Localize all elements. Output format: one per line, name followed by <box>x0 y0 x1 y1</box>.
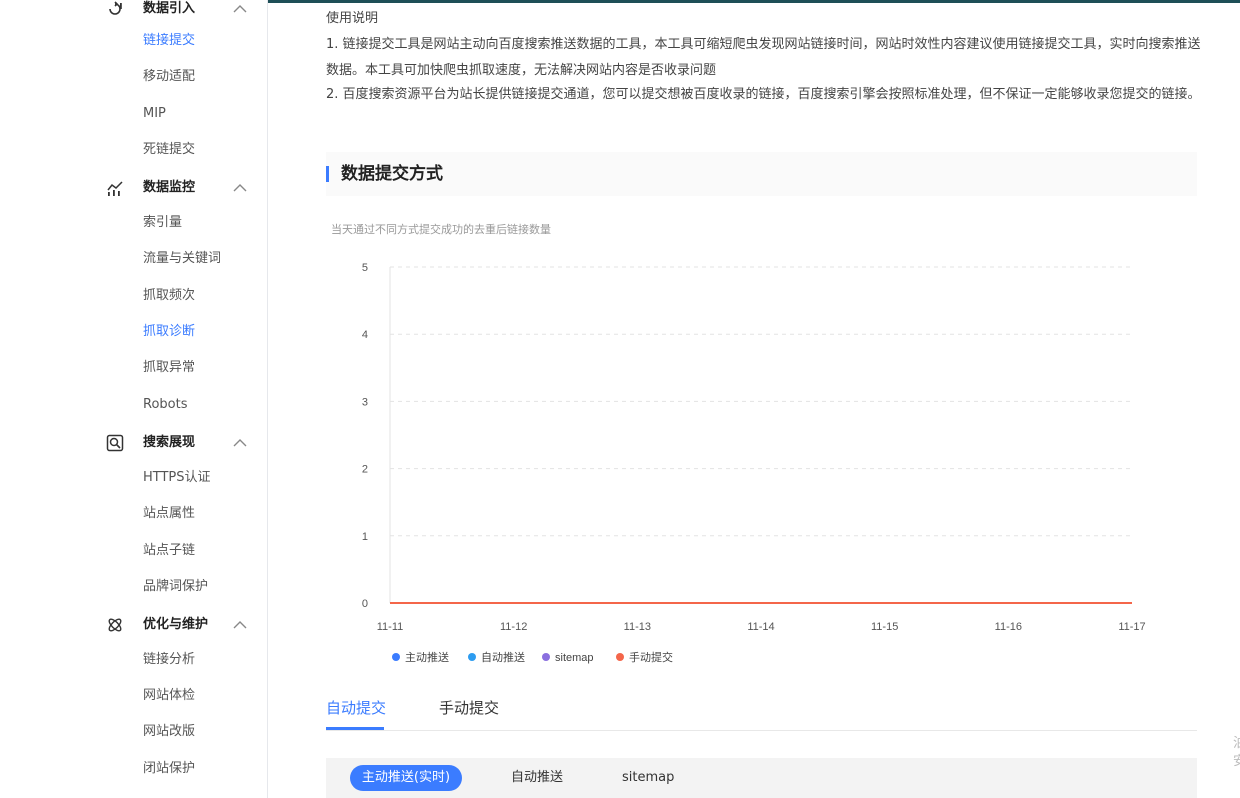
sidebar-item-site-checkup[interactable]: 网站体检 <box>143 687 195 705</box>
push-type-subtabs: 主动推送(实时) 自动推送 sitemap <box>326 758 1197 798</box>
optimize-icon <box>108 618 122 632</box>
legend-label: 手动提交 <box>629 650 673 664</box>
chevron-up-icon[interactable] <box>232 437 248 449</box>
subtab-active-push[interactable]: 主动推送(实时) <box>350 765 462 791</box>
sidebar-item-crawl-errors[interactable]: 抓取异常 <box>143 359 195 377</box>
subtab-sitemap[interactable]: sitemap <box>622 765 674 791</box>
legend-marker <box>468 653 476 661</box>
y-tick-label: 1 <box>362 531 368 543</box>
sidebar-item-site-revision[interactable]: 网站改版 <box>143 723 195 741</box>
data-import-icon <box>109 1 122 15</box>
sidebar-item-https[interactable]: HTTPS认证 <box>143 469 211 487</box>
sidebar-group-data-import[interactable]: 数据引入 <box>0 0 267 27</box>
sidebar-group-search-display[interactable]: 搜索展现 <box>0 425 267 461</box>
x-tick-label: 11-17 <box>1118 621 1145 633</box>
sidebar-item-brand-protection[interactable]: 品牌词保护 <box>143 578 208 596</box>
sidebar-item-index-volume[interactable]: 索引量 <box>143 214 182 232</box>
y-tick-label: 0 <box>362 598 368 610</box>
sidebar-item-traffic-keywords[interactable]: 流量与关键词 <box>143 250 221 268</box>
sidebar-item-mobile-adapt[interactable]: 移动适配 <box>143 68 195 86</box>
sidebar-item-mip[interactable]: MIP <box>143 105 166 123</box>
submit-method-tabs: 自动提交 手动提交 <box>326 694 1197 731</box>
sidebar-item-dead-link[interactable]: 死链提交 <box>143 141 195 159</box>
legend-label: 主动推送 <box>405 650 449 664</box>
subtab-auto-push[interactable]: 自动推送 <box>511 765 563 791</box>
chevron-up-icon[interactable] <box>232 182 248 194</box>
data-monitor-icon <box>107 181 123 196</box>
sidebar-item-site-attributes[interactable]: 站点属性 <box>143 505 195 523</box>
legend-marker <box>616 653 624 661</box>
y-tick-label: 5 <box>362 262 368 274</box>
sidebar-item-robots[interactable]: Robots <box>143 396 187 414</box>
active-tab-underline <box>326 727 384 730</box>
submission-line-chart: 0 1 2 3 4 5 11-11 11-12 11-13 11-14 11-15 11-16 11-1… <box>362 262 1146 664</box>
sidebar-item-link-analysis[interactable]: 链接分析 <box>143 651 195 669</box>
usage-text-2: 2. 百度搜索资源平台为站长提供链接提交通道，您可以提交想被百度收录的链接，百度… <box>326 87 1201 102</box>
main-content: 使用说明 1. 链接提交工具是网站主动向百度搜索推送数据的工具，本工具可缩短爬虫… <box>268 0 1240 798</box>
x-tick-label: 11-12 <box>500 621 527 633</box>
sidebar: 数据引入 链接提交 移动适配 MIP 死链提交 数据监控 索引量 流量与关键词 … <box>0 0 268 798</box>
sidebar-group-label: 优化与维护 <box>143 617 209 632</box>
legend-marker <box>542 653 550 661</box>
sidebar-group-label: 数据引入 <box>143 1 196 16</box>
chart-title: 当天通过不同方式提交成功的去重后链接数量 <box>331 223 551 236</box>
chevron-up-icon[interactable] <box>232 3 248 15</box>
section-header: 数据提交方式 <box>326 152 1197 196</box>
search-display-icon <box>106 434 124 452</box>
usage-text-1: 1. 链接提交工具是网站主动向百度搜索推送数据的工具，本工具可缩短爬虫发现网站链… <box>326 37 1201 78</box>
sidebar-item-crawl-diagnosis[interactable]: 抓取诊断 <box>143 323 195 341</box>
sidebar-item-link-submit[interactable]: 链接提交 <box>143 32 195 50</box>
section-title: 数据提交方式 <box>341 164 443 184</box>
sidebar-group-label: 数据监控 <box>143 180 196 195</box>
x-tick-label: 11-13 <box>624 621 651 633</box>
x-tick-label: 11-11 <box>377 621 404 633</box>
sidebar-group-data-monitor[interactable]: 数据监控 <box>0 170 267 206</box>
tab-manual-submit[interactable]: 手动提交 <box>439 698 499 718</box>
tab-auto-submit[interactable]: 自动提交 <box>326 698 386 718</box>
x-tick-label: 11-15 <box>871 621 898 633</box>
legend-label: 自动推送 <box>481 650 525 664</box>
edge-clipped-text: 泊 安 <box>1233 736 1240 769</box>
x-tick-label: 11-16 <box>995 621 1022 633</box>
sidebar-item-site-sublinks[interactable]: 站点子链 <box>143 542 195 560</box>
usage-title: 使用说明 <box>326 11 379 26</box>
legend-marker <box>392 653 400 661</box>
legend-label: sitemap <box>555 652 594 664</box>
y-tick-label: 3 <box>362 396 368 408</box>
y-tick-label: 4 <box>362 329 368 341</box>
sidebar-group-optimize[interactable]: 优化与维护 <box>0 607 267 643</box>
x-tick-label: 11-14 <box>747 621 774 633</box>
chevron-up-icon[interactable] <box>232 619 248 631</box>
sidebar-item-site-closure[interactable]: 闭站保护 <box>143 760 195 778</box>
sidebar-item-crawl-frequency[interactable]: 抓取频次 <box>143 287 195 305</box>
section-accent-bar <box>326 166 329 182</box>
sidebar-group-label: 搜索展现 <box>143 435 196 450</box>
y-tick-label: 2 <box>362 464 368 476</box>
